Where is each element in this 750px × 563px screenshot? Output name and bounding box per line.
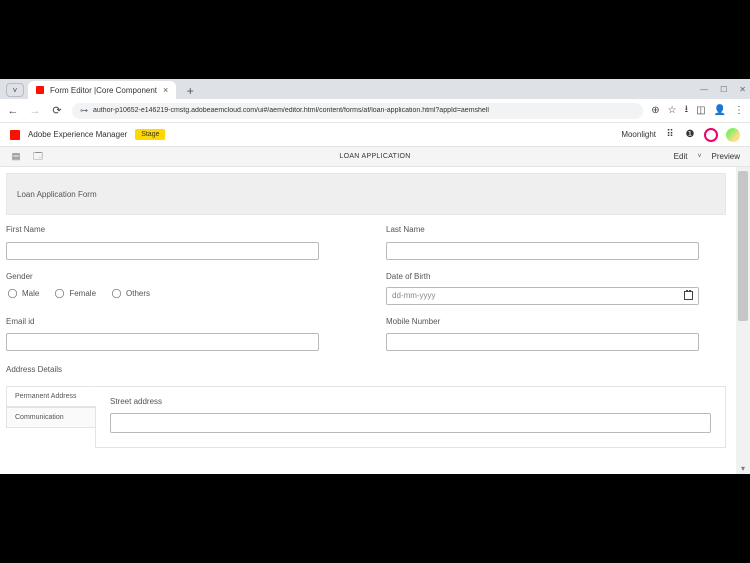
email-input[interactable] bbox=[6, 333, 319, 351]
form-area: Loan Application Form First Name Last Na… bbox=[0, 167, 736, 474]
page-info-icon[interactable]: 🗔 bbox=[32, 151, 44, 163]
scroll-thumb[interactable] bbox=[738, 171, 748, 321]
email-label: Email id bbox=[6, 317, 346, 326]
user-avatar[interactable] bbox=[726, 128, 740, 142]
aem-subheader: ▤ 🗔 LOAN APPLICATION Edit ˅ Preview bbox=[0, 147, 750, 167]
url-text: author-p10652-e146219-cmstg.adobeaemclou… bbox=[93, 107, 489, 114]
url-bar[interactable]: ⊶ author-p10652-e146219-cmstg.adobeaemcl… bbox=[72, 103, 643, 119]
address-tabs: Permanent Address Communication bbox=[6, 386, 96, 448]
dob-label: Date of Birth bbox=[386, 272, 726, 281]
gender-label: Gender bbox=[6, 272, 346, 281]
preview-button[interactable]: Preview bbox=[712, 152, 740, 161]
close-window-icon[interactable]: ✕ bbox=[739, 85, 746, 94]
editor-canvas: Loan Application Form First Name Last Na… bbox=[0, 167, 750, 474]
street-label: Street address bbox=[110, 397, 711, 406]
mobile-input[interactable] bbox=[386, 333, 699, 351]
row-contact: Email id Mobile Number bbox=[6, 317, 726, 352]
apps-icon[interactable]: ⠿ bbox=[664, 129, 676, 141]
row-gender-dob: Gender Male Female Others Date of Birth … bbox=[6, 272, 726, 305]
letterbox-bottom bbox=[0, 474, 750, 563]
first-name-input[interactable] bbox=[6, 242, 319, 260]
mode-label[interactable]: Edit bbox=[674, 152, 688, 161]
download-icon[interactable]: ⭳ bbox=[685, 102, 689, 119]
maximize-icon[interactable]: ☐ bbox=[720, 85, 727, 94]
dob-input[interactable]: dd-mm-yyyy bbox=[386, 287, 699, 305]
letterbox-top bbox=[0, 0, 750, 79]
close-tab-icon[interactable]: × bbox=[163, 85, 168, 95]
browser-window: ˅ Form Editor |Core Component × + — ☐ ✕ … bbox=[0, 79, 750, 474]
aem-brand: Adobe Experience Manager bbox=[28, 130, 127, 139]
back-icon[interactable]: ← bbox=[6, 104, 20, 118]
browser-menu-icon[interactable]: ⋮ bbox=[734, 105, 744, 116]
env-badge: Stage bbox=[135, 129, 165, 140]
street-input[interactable] bbox=[110, 413, 711, 433]
adobe-logo-icon bbox=[10, 130, 20, 140]
form-title-bar: Loan Application Form bbox=[6, 173, 726, 215]
tab-communication-address[interactable]: Communication bbox=[6, 407, 96, 428]
gender-others-option[interactable]: Others bbox=[110, 287, 150, 300]
calendar-icon[interactable] bbox=[684, 291, 693, 300]
address-section-label: Address Details bbox=[6, 365, 726, 374]
window-controls: — ☐ ✕ bbox=[700, 79, 746, 99]
gender-radiogroup: Male Female Others bbox=[6, 287, 346, 300]
tab-search-dropdown[interactable]: ˅ bbox=[6, 83, 24, 97]
first-name-label: First Name bbox=[6, 225, 346, 234]
side-panel-icon[interactable]: ▤ bbox=[10, 151, 22, 163]
browser-tabstrip: ˅ Form Editor |Core Component × + — ☐ ✕ bbox=[0, 79, 750, 99]
scroll-down-icon[interactable]: ▾ bbox=[736, 462, 750, 474]
form-title: Loan Application Form bbox=[17, 190, 97, 199]
profile-icon[interactable]: 👤 bbox=[714, 105, 726, 116]
mobile-label: Mobile Number bbox=[386, 317, 726, 326]
tab-title: Form Editor |Core Component bbox=[50, 86, 157, 95]
notifications-icon[interactable] bbox=[704, 128, 718, 142]
mode-chevron-icon[interactable]: ˅ bbox=[697, 153, 701, 160]
forward-icon[interactable]: → bbox=[28, 104, 42, 118]
aem-header-icons: ⠿ ❶ bbox=[664, 128, 740, 142]
minimize-icon[interactable]: — bbox=[700, 85, 708, 94]
doc-title: LOAN APPLICATION bbox=[339, 153, 410, 160]
gender-female-option[interactable]: Female bbox=[53, 287, 96, 300]
gender-male-option[interactable]: Male bbox=[6, 287, 39, 300]
extensions-icon[interactable]: ◫ bbox=[696, 105, 705, 116]
last-name-input[interactable] bbox=[386, 242, 699, 260]
reload-icon[interactable]: ⟳ bbox=[50, 104, 64, 118]
browser-navbar: ← → ⟳ ⊶ author-p10652-e146219-cmstg.adob… bbox=[0, 99, 750, 123]
zoom-icon[interactable]: ⊕ bbox=[651, 105, 659, 116]
vertical-scrollbar[interactable]: ▴ ▾ bbox=[736, 167, 750, 474]
tab-permanent-address[interactable]: Permanent Address bbox=[6, 386, 96, 407]
help-icon[interactable]: ❶ bbox=[684, 129, 696, 141]
site-settings-icon[interactable]: ⊶ bbox=[80, 106, 88, 115]
adobe-favicon-icon bbox=[36, 86, 44, 94]
row-name: First Name Last Name bbox=[6, 225, 726, 260]
navbar-right: ⊕ ☆ ⭳ ◫ 👤 ⋮ bbox=[651, 102, 744, 119]
dob-placeholder: dd-mm-yyyy bbox=[392, 291, 436, 300]
aem-header: Adobe Experience Manager Stage Moonlight… bbox=[0, 123, 750, 147]
tenant-label: Moonlight bbox=[621, 130, 656, 139]
address-pane: Street address bbox=[95, 386, 726, 448]
bookmark-icon[interactable]: ☆ bbox=[668, 105, 677, 116]
last-name-label: Last Name bbox=[386, 225, 726, 234]
browser-tab-active[interactable]: Form Editor |Core Component × bbox=[28, 81, 176, 99]
address-section: Permanent Address Communication Street a… bbox=[6, 386, 726, 448]
new-tab-button[interactable]: + bbox=[182, 83, 198, 99]
